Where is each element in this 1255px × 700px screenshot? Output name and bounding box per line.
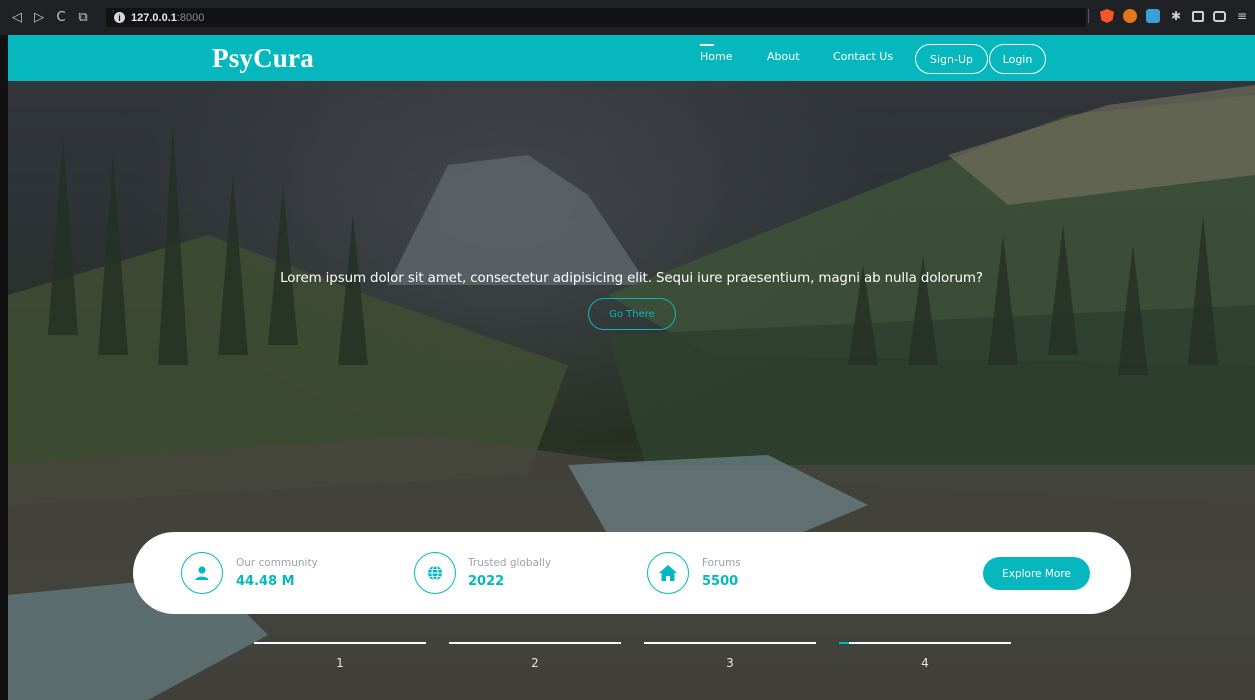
slide-indicator-bar xyxy=(644,642,816,644)
slide-indicator-bar xyxy=(839,642,1011,644)
stat-value: 5500 xyxy=(702,574,739,589)
nav-about-link[interactable]: About xyxy=(767,50,800,63)
nav-contact-link[interactable]: Contact Us xyxy=(833,50,893,63)
slide-number: 3 xyxy=(726,656,734,670)
stat-label: Trusted globally xyxy=(468,557,552,569)
user-icon xyxy=(181,552,223,594)
url-host: 127.0.0.1 xyxy=(131,11,177,24)
wallet-icon[interactable] xyxy=(1213,10,1226,22)
brave-shield-icon[interactable] xyxy=(1100,9,1114,23)
brand-logo[interactable]: PsyCura xyxy=(212,43,314,74)
back-icon[interactable]: ◁ xyxy=(6,10,28,25)
hero-tagline: Lorem ipsum dolor sit amet, consectetur … xyxy=(280,271,983,286)
stat-value: 44.48 M xyxy=(236,574,295,589)
go-there-button[interactable]: Go There xyxy=(588,298,676,330)
slide-number: 1 xyxy=(336,656,344,670)
slide-number: 2 xyxy=(531,656,539,670)
slide-indicator-bar xyxy=(254,642,426,644)
slide-indicator-2[interactable]: 2 xyxy=(449,642,621,670)
site-info-icon[interactable]: i xyxy=(114,12,125,23)
extensions-area: ✱ ≡ xyxy=(1088,9,1249,23)
login-button[interactable]: Login xyxy=(989,44,1046,74)
globe-icon xyxy=(414,552,456,594)
stat-value: 2022 xyxy=(468,574,505,589)
stats-card: Our community 44.48 M Trusted globally 2… xyxy=(133,532,1131,614)
slide-indicator-4[interactable]: 4 xyxy=(839,642,1011,670)
stat-label: Forums xyxy=(702,557,741,569)
metamask-icon[interactable] xyxy=(1123,9,1137,23)
signup-button[interactable]: Sign-Up xyxy=(915,44,988,74)
bookmark-icon[interactable]: ⧉ xyxy=(72,10,94,25)
stat-label: Our community xyxy=(236,557,318,569)
extensions-puzzle-icon[interactable]: ✱ xyxy=(1169,9,1183,23)
menu-icon[interactable]: ≡ xyxy=(1235,9,1249,23)
reload-icon[interactable]: C xyxy=(50,10,72,25)
site-navbar: PsyCura Home About Contact Us Sign-Up Lo… xyxy=(8,35,1255,81)
nav-home-link[interactable]: Home xyxy=(700,44,732,63)
browser-toolbar: ◁ ▷ C ⧉ i 127.0.0.1:8000 ✱ ≡ xyxy=(0,0,1255,35)
slide-indicator-1[interactable]: 1 xyxy=(254,642,426,670)
explore-more-button[interactable]: Explore More xyxy=(983,557,1090,590)
toolbar-divider xyxy=(1088,9,1089,23)
tab-extension-icon[interactable] xyxy=(1146,9,1160,23)
url-port: :8000 xyxy=(176,11,205,24)
sidebar-toggle-icon[interactable] xyxy=(1192,10,1204,22)
slide-number: 4 xyxy=(921,656,929,670)
home-icon xyxy=(647,552,689,594)
slide-indicator-3[interactable]: 3 xyxy=(644,642,816,670)
forward-icon[interactable]: ▷ xyxy=(28,10,50,25)
web-page: PsyCura Home About Contact Us Sign-Up Lo… xyxy=(8,35,1255,700)
slide-indicator-bar xyxy=(449,642,621,644)
address-bar[interactable]: i 127.0.0.1:8000 xyxy=(106,8,1086,27)
